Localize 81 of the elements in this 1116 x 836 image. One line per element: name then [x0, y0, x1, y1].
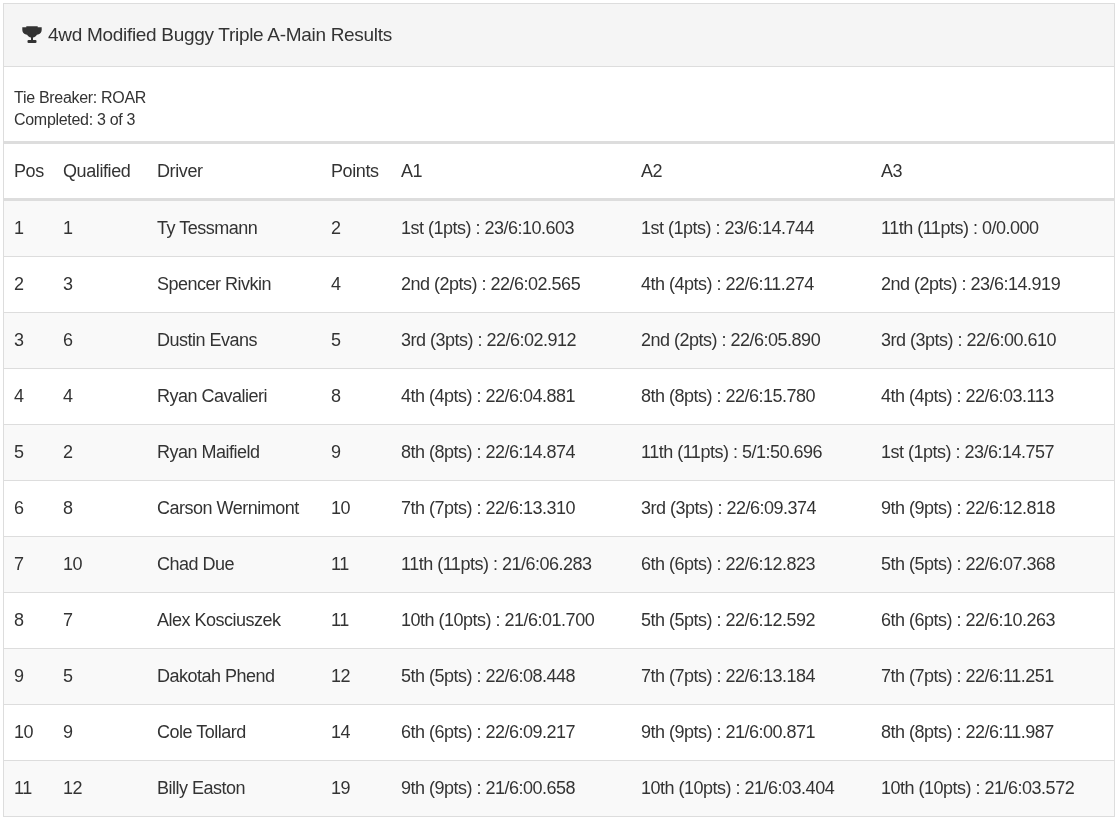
table-cell: 4 [321, 256, 391, 313]
table-cell: 1st (1pts) : 23/6:14.744 [631, 199, 871, 257]
table-cell: 4 [53, 368, 147, 425]
table-cell: 5 [321, 312, 391, 369]
table-cell: Ty Tessmann [147, 199, 321, 257]
table-cell: 7th (7pts) : 22/6:13.310 [391, 480, 631, 537]
table-cell: 9th (9pts) : 21/6:00.871 [631, 704, 871, 761]
table-cell: 10 [4, 704, 53, 761]
table-cell: 9th (9pts) : 22/6:12.818 [871, 480, 1114, 537]
table-cell: 7th (7pts) : 22/6:11.251 [871, 648, 1114, 705]
table-cell: Alex Kosciuszek [147, 592, 321, 649]
table-cell: Ryan Maifield [147, 424, 321, 481]
table-cell: 11th (11pts) : 5/1:50.696 [631, 424, 871, 481]
table-cell: 9 [4, 648, 53, 705]
table-cell: 8th (8pts) : 22/6:15.780 [631, 368, 871, 425]
table-cell: Spencer Rivkin [147, 256, 321, 313]
table-cell: 8th (8pts) : 22/6:14.874 [391, 424, 631, 481]
table-cell: Billy Easton [147, 760, 321, 817]
table-cell: 2 [321, 199, 391, 257]
table-cell: 6th (6pts) : 22/6:12.823 [631, 536, 871, 593]
table-cell: 8 [53, 480, 147, 537]
table-cell: 5 [4, 424, 53, 481]
table-cell: 2nd (2pts) : 23/6:14.919 [871, 256, 1114, 313]
table-cell: 2nd (2pts) : 22/6:02.565 [391, 256, 631, 313]
table-cell: 11 [321, 592, 391, 649]
table-cell: 10th (10pts) : 21/6:01.700 [391, 592, 631, 649]
table-cell: 1st (1pts) : 23/6:10.603 [391, 199, 631, 257]
info-text: Completed: 3 of 3 [14, 111, 137, 129]
table-cell: 10th (10pts) : 21/6:03.404 [631, 760, 871, 817]
table-cell: 3 [53, 256, 147, 313]
table-cell: 7 [53, 592, 147, 649]
table-cell: Ryan Cavalieri [147, 368, 321, 425]
table-cell: 4 [4, 368, 53, 425]
table-cell: 8 [321, 368, 391, 425]
table-cell: 2 [4, 256, 53, 313]
table-cell: 9th (9pts) : 21/6:00.658 [391, 760, 631, 817]
table-cell: 12 [53, 760, 147, 817]
table-cell: Cole Tollard [147, 704, 321, 761]
table-cell: 3 [4, 312, 53, 369]
trophy-icon [22, 26, 42, 44]
table-cell: 4th (4pts) : 22/6:04.881 [391, 368, 631, 425]
table-cell: 3rd (3pts) : 22/6:02.912 [391, 312, 631, 369]
table-cell: 4th (4pts) : 22/6:03.113 [871, 368, 1114, 425]
table-cell: 5th (5pts) : 22/6:07.368 [871, 536, 1114, 593]
table-cell: 5th (5pts) : 22/6:12.592 [631, 592, 871, 649]
table-cell: 2nd (2pts) : 22/6:05.890 [631, 312, 871, 369]
panel-title: 4wd Modified Buggy Triple A-Main Results [48, 24, 392, 46]
table-cell: 7 [4, 536, 53, 593]
table-cell: 6 [53, 312, 147, 369]
table-cell: 3rd (3pts) : 22/6:00.610 [871, 312, 1114, 369]
table-cell: 6th (6pts) : 22/6:10.263 [871, 592, 1114, 649]
table-cell: 4th (4pts) : 22/6:11.274 [631, 256, 871, 313]
table-cell: 1 [4, 199, 53, 257]
table-cell: 8th (8pts) : 22/6:11.987 [871, 704, 1114, 761]
table-cell: 1 [53, 199, 147, 257]
table-cell: Chad Due [147, 536, 321, 593]
table-cell: 14 [321, 704, 391, 761]
table-cell: 6th (6pts) : 22/6:09.217 [391, 704, 631, 761]
table-cell: Dustin Evans [147, 312, 321, 369]
table-cell: 2 [53, 424, 147, 481]
table-cell: Carson Wernimont [147, 480, 321, 537]
table-cell: 12 [321, 648, 391, 705]
table-cell: 11 [4, 760, 53, 817]
table-cell: 7th (7pts) : 22/6:13.184 [631, 648, 871, 705]
table-cell: 8 [4, 592, 53, 649]
table-cell: 5 [53, 648, 147, 705]
table-cell: 10th (10pts) : 21/6:03.572 [871, 760, 1114, 817]
table-cell: 11 [321, 536, 391, 593]
info-text: Tie Breaker: ROAR [14, 89, 148, 107]
table-cell: Dakotah Phend [147, 648, 321, 705]
table-cell: 10 [321, 480, 391, 537]
table-cell: 10 [53, 536, 147, 593]
table-cell: 11th (11pts) : 0/0.000 [871, 199, 1114, 257]
table-cell: 1st (1pts) : 23/6:14.757 [871, 424, 1114, 481]
table-cell: 3rd (3pts) : 22/6:09.374 [631, 480, 871, 537]
table-cell: 19 [321, 760, 391, 817]
table-cell: 6 [4, 480, 53, 537]
table-cell: 5th (5pts) : 22/6:08.448 [391, 648, 631, 705]
table-cell: 11th (11pts) : 21/6:06.283 [391, 536, 631, 593]
table-cell: 9 [321, 424, 391, 481]
table-cell: 9 [53, 704, 147, 761]
